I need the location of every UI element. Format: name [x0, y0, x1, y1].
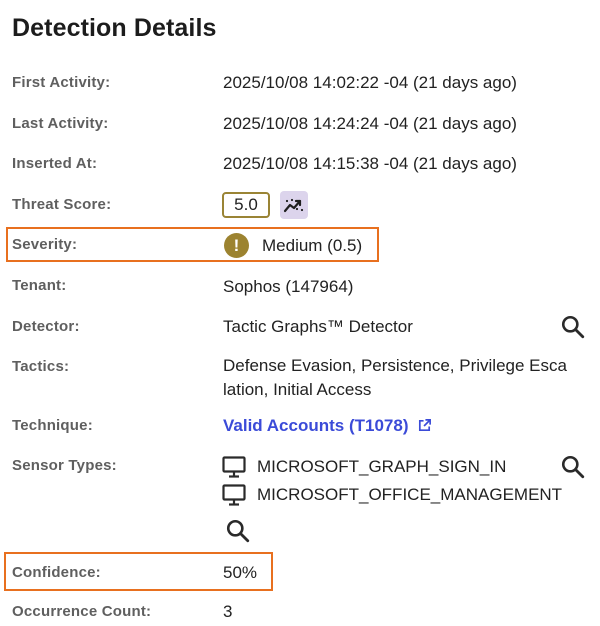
severity-label: Severity:: [12, 236, 78, 253]
page-title: Detection Details: [12, 14, 217, 42]
external-link-icon: [419, 419, 432, 432]
sensor-type-item: MICROSOFT_GRAPH_SIGN_IN: [257, 457, 507, 476]
technique-link-text: Valid Accounts (T1078): [223, 416, 409, 435]
threat-score-badge: 5.0: [222, 192, 270, 218]
confidence-label: Confidence:: [12, 564, 101, 581]
detector-label: Detector:: [12, 318, 80, 335]
warning-icon-glyph: !: [233, 235, 240, 255]
trend-chart-icon: [283, 198, 304, 213]
monitor-icon: [222, 456, 246, 478]
severity-value: Medium (0.5): [262, 236, 363, 255]
tactics-label: Tactics:: [12, 358, 70, 375]
first-activity-label: First Activity:: [12, 74, 111, 91]
tenant-label: Tenant:: [12, 277, 67, 294]
threat-score-value: 5.0: [234, 195, 258, 214]
tactics-value-line1: Defense Evasion, Persistence, Privilege …: [223, 356, 567, 375]
last-activity-label: Last Activity:: [12, 115, 109, 132]
detector-value: Tactic Graphs™ Detector: [223, 317, 413, 336]
tactics-value-line2: lation, Initial Access: [223, 380, 372, 399]
monitor-icon: [222, 484, 246, 506]
last-activity-value: 2025/10/08 14:24:24 -04 (21 days ago): [223, 114, 517, 133]
occurrence-count-value: 3: [223, 602, 233, 621]
threat-score-trend-button[interactable]: [280, 191, 308, 219]
detector-search-icon[interactable]: [560, 314, 586, 340]
warning-icon: !: [224, 233, 249, 258]
tenant-value: Sophos (147964): [223, 277, 354, 296]
sensor-types-label: Sensor Types:: [12, 457, 117, 474]
first-activity-value: 2025/10/08 14:02:22 -04 (21 days ago): [223, 73, 517, 92]
sensor-types-search-icon[interactable]: [560, 454, 586, 480]
threat-score-label: Threat Score:: [12, 196, 112, 213]
inserted-at-label: Inserted At:: [12, 155, 98, 172]
occurrence-count-label: Occurrence Count:: [12, 603, 152, 620]
confidence-value: 50%: [223, 563, 258, 582]
technique-label: Technique:: [12, 417, 93, 434]
search-icon[interactable]: [225, 518, 251, 544]
sensor-type-item: MICROSOFT_OFFICE_MANAGEMENT: [257, 485, 563, 504]
inserted-at-value: 2025/10/08 14:15:38 -04 (21 days ago): [223, 154, 517, 173]
technique-link[interactable]: Valid Accounts (T1078): [223, 416, 432, 436]
